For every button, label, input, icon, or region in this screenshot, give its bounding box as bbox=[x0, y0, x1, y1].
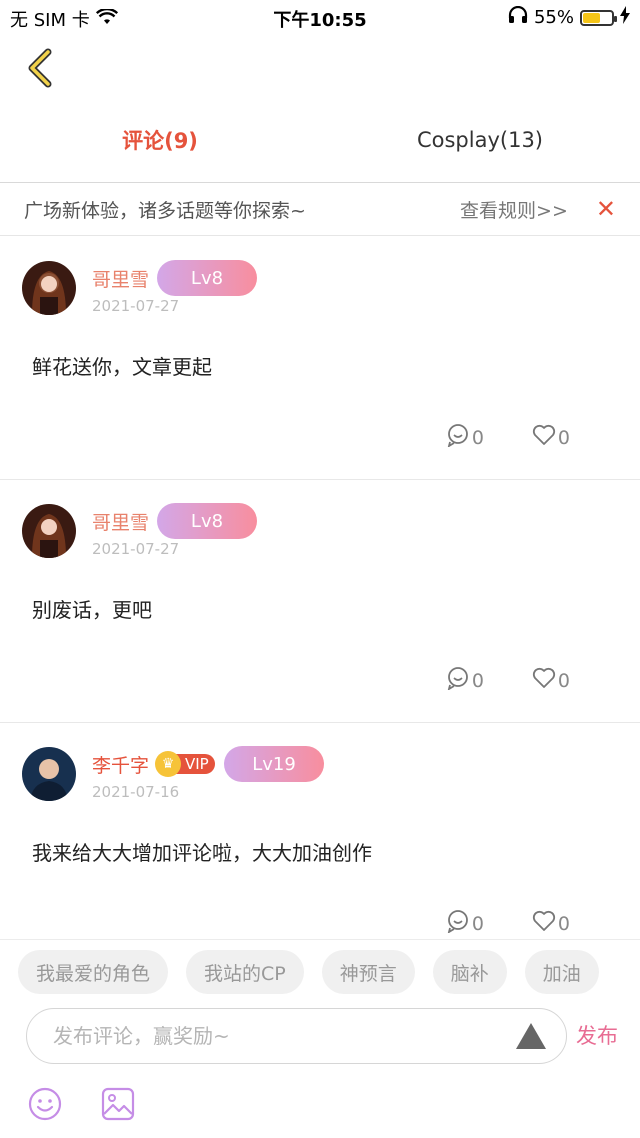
reply-button[interactable]: 0 bbox=[446, 666, 484, 695]
like-button[interactable]: 0 bbox=[532, 423, 570, 452]
comment-list: 哥里雪 Lv8 2021-07-27 鲜花送你，文章更起 0 0 哥里雪 Lv8… bbox=[0, 237, 640, 939]
topic-chip[interactable]: 神预言 bbox=[321, 950, 415, 994]
heart-icon bbox=[532, 667, 556, 694]
chevron-left-icon bbox=[26, 48, 54, 92]
topic-chip[interactable]: 我站的CP bbox=[186, 950, 304, 994]
like-count: 0 bbox=[557, 912, 570, 935]
avatar[interactable] bbox=[22, 504, 76, 558]
topic-banner: 广场新体验，诸多话题等你探索~ 查看规则>> ✕ bbox=[0, 182, 640, 236]
reply-count: 0 bbox=[471, 426, 484, 449]
comment-icon bbox=[446, 666, 470, 695]
comment-text: 鲜花送你，文章更起 bbox=[32, 355, 212, 379]
status-right: 55% bbox=[508, 5, 630, 29]
send-icon[interactable] bbox=[516, 1023, 546, 1049]
reply-count: 0 bbox=[471, 669, 484, 692]
quick-topic-chips: 我最爱的角色 我站的CP 神预言 脑补 加油 bbox=[18, 950, 599, 994]
publish-button[interactable]: 发布 bbox=[576, 1020, 618, 1050]
reply-count: 0 bbox=[471, 912, 484, 935]
comment-text: 别废话，更吧 bbox=[32, 598, 152, 622]
battery-percent: 55% bbox=[533, 7, 574, 28]
close-icon[interactable]: ✕ bbox=[596, 195, 616, 223]
comment-input[interactable] bbox=[53, 1024, 516, 1048]
view-rules-link[interactable]: 查看规则>> bbox=[460, 196, 568, 223]
banner-text: 广场新体验，诸多话题等你探索~ bbox=[24, 199, 306, 222]
comment-input-box bbox=[26, 1008, 567, 1064]
comment-text: 我来给大大增加评论啦，大大加油创作 bbox=[32, 841, 372, 865]
headphones-icon bbox=[508, 5, 528, 29]
username[interactable]: 李千字 bbox=[92, 751, 149, 778]
reply-button[interactable]: 0 bbox=[446, 909, 484, 938]
username[interactable]: 哥里雪 bbox=[92, 508, 149, 535]
level-badge: Lv8 bbox=[157, 503, 257, 539]
like-button[interactable]: 0 bbox=[532, 909, 570, 938]
back-button[interactable] bbox=[20, 48, 60, 92]
avatar[interactable] bbox=[22, 747, 76, 801]
topic-chip[interactable]: 加油 bbox=[524, 950, 599, 994]
topic-chip[interactable]: 脑补 bbox=[432, 950, 507, 994]
comment-icon bbox=[446, 909, 470, 938]
battery-fill bbox=[583, 12, 600, 23]
charging-icon bbox=[620, 6, 630, 29]
comment-actions: 0 0 bbox=[446, 666, 570, 695]
emoji-icon[interactable] bbox=[27, 1086, 63, 1122]
comment-item: 哥里雪 Lv8 2021-07-27 鲜花送你，文章更起 0 0 bbox=[0, 237, 640, 480]
reply-button[interactable]: 0 bbox=[446, 423, 484, 452]
like-count: 0 bbox=[557, 426, 570, 449]
tab-cosplay[interactable]: Cosplay(13) bbox=[320, 112, 640, 168]
vip-badge: ♛ VIP bbox=[155, 751, 215, 777]
comment-icon bbox=[446, 423, 470, 452]
battery-icon bbox=[580, 9, 617, 26]
status-bar: 无 SIM 卡 下午10:55 55% bbox=[0, 0, 640, 34]
image-icon[interactable] bbox=[100, 1086, 136, 1122]
comment-date: 2021-07-16 bbox=[92, 783, 180, 801]
crown-icon: ♛ bbox=[155, 751, 181, 777]
like-button[interactable]: 0 bbox=[532, 666, 570, 695]
level-badge: Lv8 bbox=[157, 260, 257, 296]
comment-date: 2021-07-27 bbox=[92, 297, 180, 315]
tab-bar: 评论(9) Cosplay(13) bbox=[0, 112, 640, 168]
comment-actions: 0 0 bbox=[446, 909, 570, 938]
comment-actions: 0 0 bbox=[446, 423, 570, 452]
tab-comments[interactable]: 评论(9) bbox=[0, 112, 320, 168]
comment-item: 李千字 ♛ VIP Lv19 2021-07-16 我来给大大增加评论啦，大大加… bbox=[0, 723, 640, 939]
heart-icon bbox=[532, 424, 556, 451]
avatar[interactable] bbox=[22, 261, 76, 315]
topic-chip[interactable]: 我最爱的角色 bbox=[18, 950, 169, 994]
heart-icon bbox=[532, 910, 556, 937]
like-count: 0 bbox=[557, 669, 570, 692]
username[interactable]: 哥里雪 bbox=[92, 265, 149, 292]
comment-item: 哥里雪 Lv8 2021-07-27 别废话，更吧 0 0 bbox=[0, 480, 640, 723]
comment-composer: 我最爱的角色 我站的CP 神预言 脑补 加油 发布 bbox=[0, 939, 640, 1138]
comment-date: 2021-07-27 bbox=[92, 540, 180, 558]
level-badge: Lv19 bbox=[224, 746, 324, 782]
